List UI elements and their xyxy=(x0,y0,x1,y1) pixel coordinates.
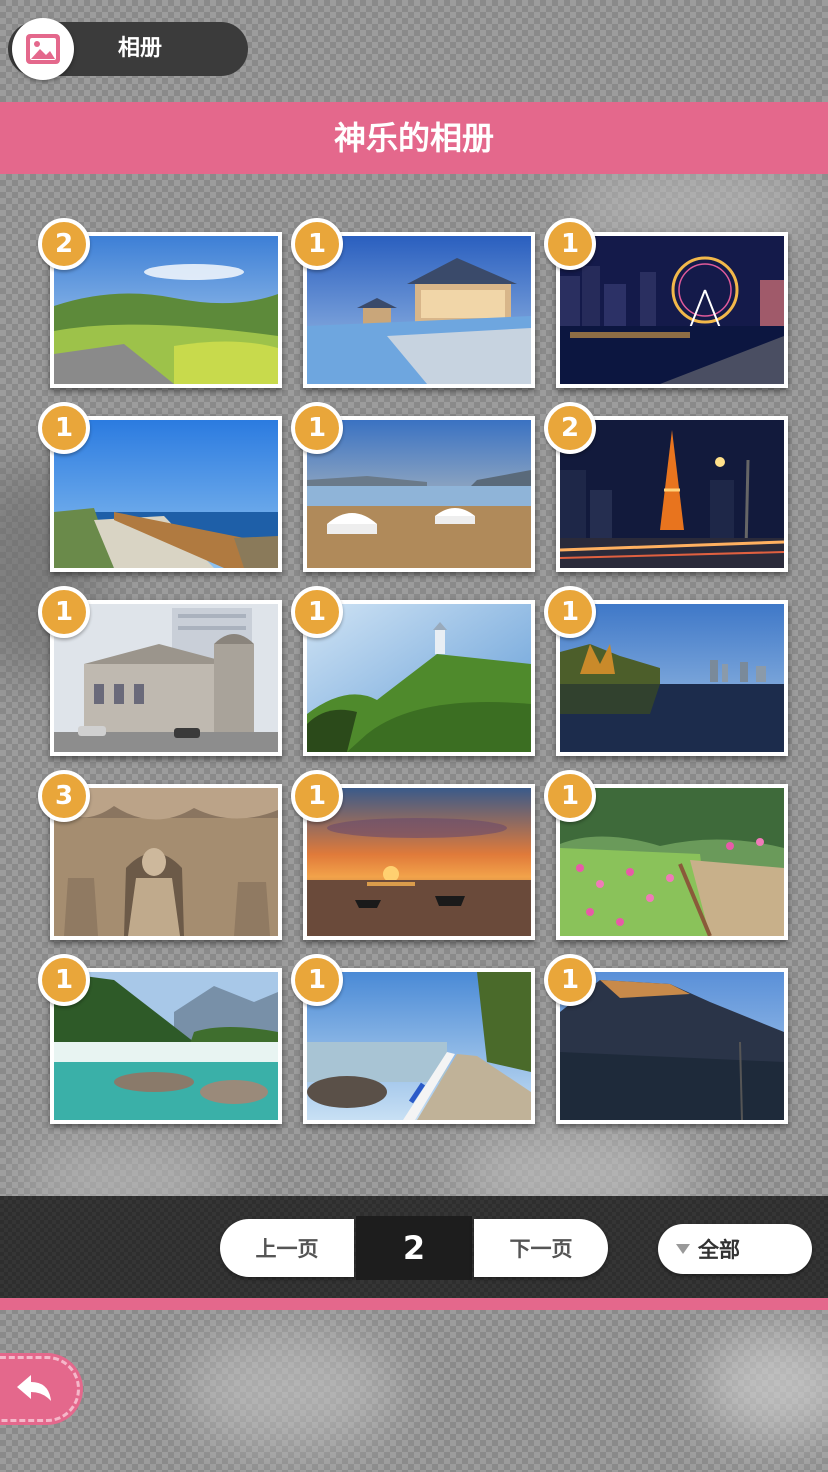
photo-count-badge: 1 xyxy=(291,954,343,1006)
photo-count-badge: 1 xyxy=(291,586,343,638)
photo-count-badge: 1 xyxy=(544,954,596,1006)
next-page-button[interactable]: 下一页 xyxy=(474,1219,608,1277)
photo-grid: 2 1 1 1 1 2 1 1 1 3 1 1 1 1 1 xyxy=(0,0,828,1200)
photo-hill-lighthouse[interactable]: 1 xyxy=(291,586,535,756)
photo-count-badge: 1 xyxy=(291,218,343,270)
filter-label: 全部 xyxy=(698,1238,740,1262)
photo-tower-night[interactable]: 2 xyxy=(544,402,788,572)
photo-count-badge: 1 xyxy=(291,402,343,454)
photo-count-badge: 1 xyxy=(544,770,596,822)
photo-count-badge: 1 xyxy=(291,770,343,822)
photo-count-badge: 1 xyxy=(544,218,596,270)
photo-flower-path[interactable]: 1 xyxy=(544,770,788,940)
photo-lake-reflection[interactable]: 1 xyxy=(544,586,788,756)
photo-grotto-buddha[interactable]: 3 xyxy=(38,770,282,940)
photo-coastal-walkway[interactable]: 1 xyxy=(38,402,282,572)
photo-mountain-cliff[interactable]: 1 xyxy=(544,954,788,1124)
filter-dropdown[interactable]: 全部 xyxy=(658,1224,812,1274)
photo-count-badge: 1 xyxy=(544,586,596,638)
photo-count-badge: 1 xyxy=(38,402,90,454)
dropdown-arrow-icon xyxy=(676,1244,690,1254)
divider-line xyxy=(0,1298,828,1310)
current-page-number: 2 xyxy=(356,1216,472,1280)
back-arrow-icon xyxy=(17,1375,51,1401)
photo-yurts-lake[interactable]: 1 xyxy=(291,402,535,572)
photo-ferris-wheel-night[interactable]: 1 xyxy=(544,218,788,388)
photo-waterfall-river[interactable]: 1 xyxy=(38,954,282,1124)
photo-count-badge: 3 xyxy=(38,770,90,822)
photo-count-badge: 1 xyxy=(38,586,90,638)
photo-meadow[interactable]: 2 xyxy=(38,218,282,388)
photo-seaside-road[interactable]: 1 xyxy=(291,954,535,1124)
photo-count-badge: 2 xyxy=(38,218,90,270)
photo-pool-pavilion[interactable]: 1 xyxy=(291,218,535,388)
photo-count-badge: 1 xyxy=(38,954,90,1006)
photo-count-badge: 2 xyxy=(544,402,596,454)
back-button[interactable] xyxy=(0,1356,80,1422)
photo-sunset-boats[interactable]: 1 xyxy=(291,770,535,940)
prev-page-button[interactable]: 上一页 xyxy=(220,1219,354,1277)
photo-old-building[interactable]: 1 xyxy=(38,586,282,756)
